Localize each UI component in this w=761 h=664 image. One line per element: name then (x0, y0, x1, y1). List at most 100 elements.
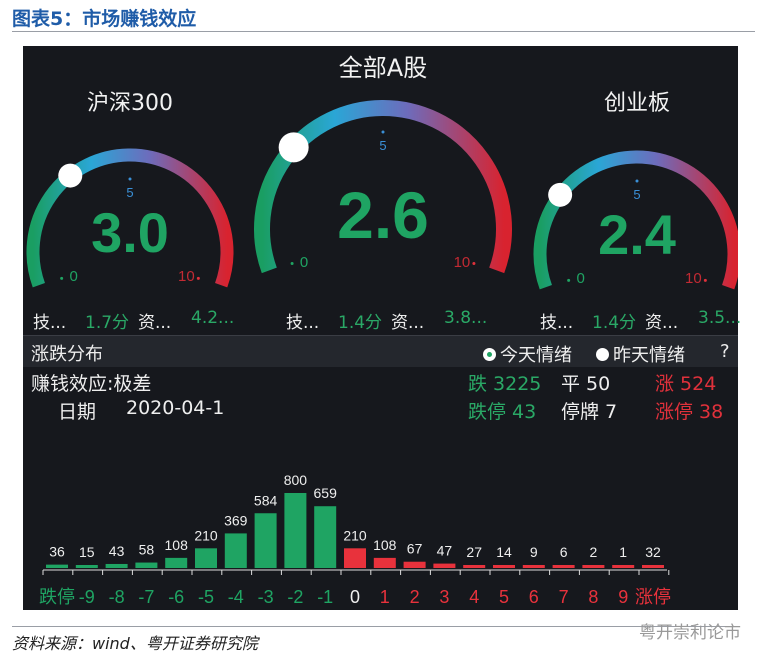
fund-score-label: 资... (391, 313, 425, 333)
bar (284, 493, 307, 568)
gauge-value: 2.4 (598, 203, 676, 266)
gauge-min-label: 0 (576, 270, 585, 288)
tech-score-value: 1.4分 (592, 313, 637, 333)
tech-score-label: 技... (540, 313, 574, 333)
tech-score-value: 1.4分 (338, 313, 383, 333)
fund-score-value: 3.8... (444, 308, 488, 328)
category-label: 1 (380, 587, 390, 607)
category-label: 4 (469, 587, 479, 607)
gauge-mid-dot (128, 177, 132, 181)
category-label: 8 (588, 587, 598, 607)
fund-score-label: 资... (138, 313, 172, 333)
bar-value-label: 2 (590, 544, 598, 560)
bar (612, 565, 635, 568)
category-label: -7 (138, 587, 154, 607)
bar (135, 562, 158, 568)
bar (314, 506, 337, 568)
category-label: 涨停 (635, 587, 671, 607)
category-label: -1 (317, 587, 333, 607)
radio-today[interactable]: 今天情绪 (483, 341, 572, 367)
bar-value-label: 108 (373, 537, 397, 553)
category-label: 跌停 (39, 587, 75, 607)
help-icon[interactable]: ? (720, 341, 730, 362)
category-label: 6 (529, 587, 539, 607)
gauge-title: 全部A股 (338, 54, 428, 82)
bar (493, 565, 515, 568)
limit-down-count: 跌停 43 (468, 401, 537, 423)
radio-yesterday[interactable]: 昨天情绪 (596, 341, 685, 367)
gauge-title: 沪深300 (87, 91, 173, 116)
distribution-title: 涨跌分布 (31, 344, 103, 365)
category-label: -6 (168, 587, 184, 607)
category-label: -9 (79, 587, 95, 607)
bar (463, 565, 486, 568)
title-rule (12, 31, 755, 32)
category-label: 2 (410, 587, 420, 607)
fund-score-label: 资... (645, 313, 679, 333)
down-count: 跌 3225 (468, 373, 542, 395)
gauge-title: 创业板 (603, 91, 671, 116)
category-label: 7 (559, 587, 569, 607)
tech-score-label: 技... (286, 313, 320, 333)
fund-score-value: 3.5... (698, 308, 742, 328)
tech-score-value: 1.7分 (85, 313, 130, 333)
category-label: -4 (228, 587, 244, 607)
category-label: 0 (350, 587, 360, 607)
radio-yesterday-label: 昨天情绪 (613, 345, 685, 366)
category-label: -5 (198, 587, 214, 607)
gauge-value: 2.6 (337, 178, 429, 252)
bar-value-label: 36 (49, 544, 65, 560)
market-panel: 沪深300 3.0 5 0 10 技... 1.7分 资... 4.2... 全部A股 2.6 5 0 1… (23, 46, 742, 610)
gauge-max-dot (703, 278, 707, 282)
bar (642, 565, 664, 568)
bar-value-label: 584 (254, 492, 278, 508)
tech-score-label: 技... (33, 313, 67, 333)
gauge-mid-label: 5 (126, 185, 134, 200)
bar-value-label: 210 (343, 527, 367, 543)
bar (403, 561, 426, 568)
gauge-max-label: 10 (685, 270, 702, 288)
up-count: 涨 524 (655, 373, 717, 395)
radio-today-label: 今天情绪 (500, 345, 572, 366)
category-label: 3 (439, 587, 449, 607)
bar-value-label: 58 (139, 542, 155, 558)
figure-title: 图表5：市场赚钱效应 (12, 8, 197, 30)
bar (433, 563, 456, 568)
bar-value-label: 67 (407, 541, 423, 557)
bar (165, 557, 188, 568)
gauge-max-dot (472, 262, 476, 266)
suspended-count: 停牌 7 (561, 401, 618, 423)
bar-value-label: 43 (109, 543, 125, 559)
source-note: 资料来源：wind、粤开证券研究院 (12, 634, 258, 653)
gauge-min-dot (290, 262, 294, 266)
category-label: 5 (499, 587, 509, 607)
category-label: -2 (287, 587, 303, 607)
bar-value-label: 14 (496, 544, 512, 560)
footer-rule (12, 626, 731, 627)
watermark: 粤开崇利论市 (639, 623, 741, 643)
flat-count: 平 50 (561, 373, 611, 395)
bar-value-label: 210 (194, 527, 218, 543)
bar (373, 557, 396, 568)
gauge-max-dot (196, 276, 200, 280)
category-label: -8 (109, 587, 125, 607)
gauge-mid-dot (635, 179, 639, 183)
bar (195, 548, 217, 568)
bar-value-label: 1 (619, 544, 627, 560)
bar-value-label: 47 (437, 543, 453, 559)
gauge-value: 3.0 (91, 201, 169, 264)
date-label: 日期 (58, 401, 97, 423)
bar-value-label: 27 (466, 544, 482, 560)
bar (344, 548, 366, 568)
radio-selected-icon (483, 347, 496, 361)
bar-value-label: 9 (530, 544, 538, 560)
gauge-min-label: 0 (299, 253, 309, 271)
bar-value-label: 32 (645, 544, 661, 560)
gauge-max-label: 10 (178, 268, 195, 286)
bar-value-label: 800 (284, 472, 308, 488)
effect-label: 赚钱效应:极差 (31, 373, 152, 395)
gauge-min-label: 0 (69, 268, 78, 286)
bar-value-label: 15 (79, 544, 95, 560)
bar-value-label: 369 (224, 512, 248, 528)
bar (75, 565, 98, 568)
